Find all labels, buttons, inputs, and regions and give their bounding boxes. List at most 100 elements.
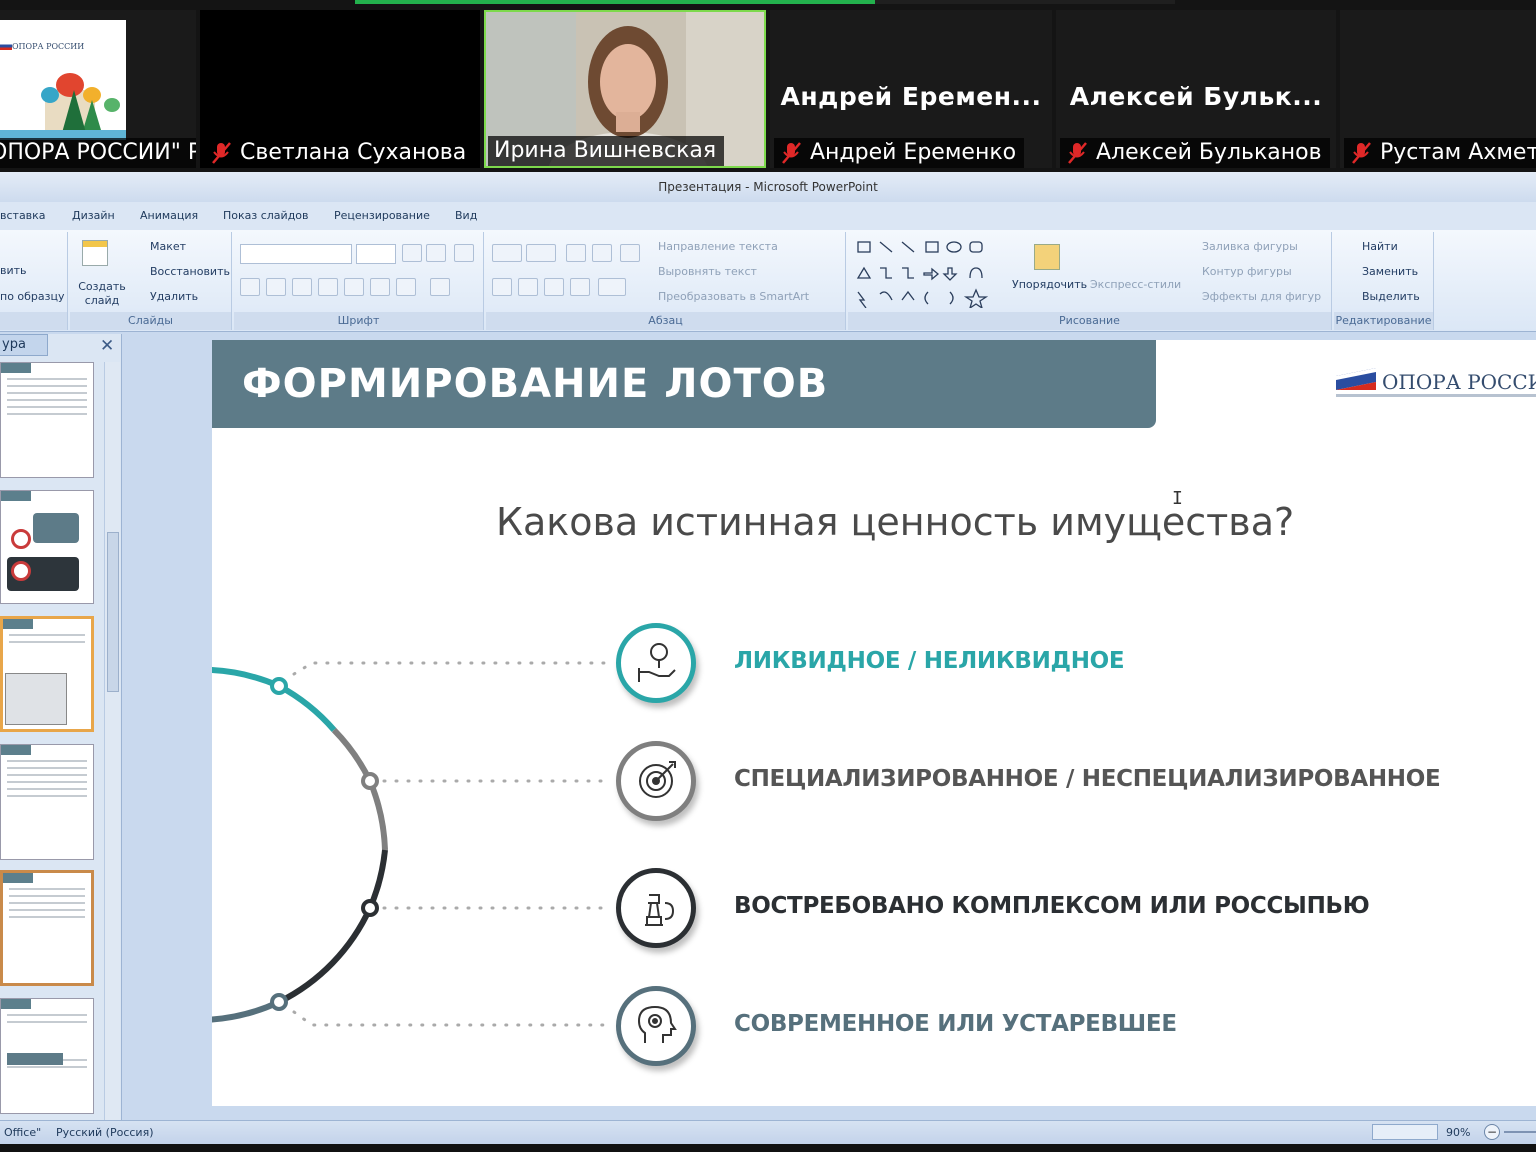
participant-name: Светлана Суханова — [204, 138, 475, 168]
replace-button[interactable]: Заменить — [1362, 265, 1418, 278]
item-modern: СОВРЕМЕННОЕ ИЛИ УСТАРЕВШЕЕ — [734, 1011, 1177, 1037]
participant-name: Алексей Бульканов — [1060, 138, 1330, 168]
align-left-button[interactable] — [492, 278, 512, 296]
shadow-button[interactable] — [344, 278, 364, 296]
slide-thumbnail[interactable] — [0, 362, 94, 478]
close-icon[interactable]: ✕ — [100, 336, 114, 356]
shape-outline-button[interactable]: Контур фигуры — [1202, 265, 1292, 278]
participant-tile[interactable]: ОПОРА РОССИИ ОПОРА РОССИИ" Р... — [0, 10, 196, 168]
drawing-group-label: Рисование — [848, 312, 1331, 330]
font-size-dropdown[interactable] — [356, 244, 396, 264]
zoom-level[interactable]: 90% — [1446, 1126, 1470, 1139]
muted-mic-icon — [210, 141, 232, 165]
decrease-indent-button[interactable] — [566, 244, 586, 262]
target-icon — [616, 741, 696, 821]
underline-button[interactable] — [292, 278, 312, 296]
participant-name: ОПОРА РОССИИ" Р... — [0, 138, 196, 168]
tab-animation[interactable]: Анимация — [140, 209, 198, 222]
justify-button[interactable] — [570, 278, 590, 296]
shapes-gallery[interactable] — [854, 238, 1004, 308]
tab-insert[interactable]: вставка — [0, 209, 46, 222]
strike-button[interactable] — [318, 278, 338, 296]
quick-styles-button[interactable]: Экспресс-стили — [1090, 278, 1181, 291]
find-button[interactable]: Найти — [1362, 240, 1398, 253]
participant-tile-active[interactable]: Ирина Вишневская — [484, 10, 766, 168]
shape-fill-button[interactable]: Заливка фигуры — [1202, 240, 1298, 253]
view-buttons[interactable] — [1372, 1124, 1438, 1140]
participant-tile[interactable]: Рустам Ахметга — [1340, 10, 1536, 168]
arrange-icon — [1034, 244, 1060, 270]
clear-format-button[interactable] — [454, 244, 474, 262]
participant-name: Андрей Еременко — [774, 138, 1025, 168]
font-color-button[interactable] — [430, 278, 450, 296]
circle-diagram — [212, 661, 606, 1027]
participant-tile[interactable]: Алексей Бульк... Алексей Бульканов — [1056, 10, 1336, 168]
paragraph-group-label: Абзац — [486, 312, 845, 330]
item-liquid: ЛИКВИДНОЕ / НЕЛИКВИДНОЕ — [734, 648, 1125, 674]
reset-button[interactable]: Восстановить — [150, 265, 230, 278]
case-button[interactable] — [396, 278, 416, 296]
increase-indent-button[interactable] — [592, 244, 612, 262]
numbering-button[interactable] — [526, 244, 556, 262]
status-language[interactable]: Русский (Россия) — [56, 1126, 154, 1139]
share-bar — [355, 0, 1175, 4]
delete-slide-button[interactable]: Удалить — [150, 290, 198, 303]
editing-group: Найти Заменить Выделить Редактирование — [1334, 232, 1434, 330]
select-button[interactable]: Выделить — [1362, 290, 1420, 303]
slides-pane: ура ✕ — [0, 334, 122, 1124]
zoom-slider[interactable] — [1504, 1131, 1536, 1133]
drawing-group: Упорядочить Экспресс-стили Заливка фигур… — [848, 232, 1332, 330]
grow-font-button[interactable] — [402, 244, 422, 262]
participant-name: Рустам Ахметга — [1344, 138, 1536, 168]
hand-coin-icon — [616, 623, 696, 703]
new-slide-button[interactable]: Создать слайд — [74, 280, 130, 308]
align-text-button[interactable]: Выровнять текст — [658, 265, 757, 278]
format-painter-button[interactable]: по образцу — [0, 290, 65, 303]
slide-thumbnail[interactable] — [0, 870, 94, 986]
chess-icon — [616, 868, 696, 948]
paragraph-group: Направление текста Выровнять текст Преоб… — [486, 232, 846, 330]
shape-effects-button[interactable]: Эффекты для фигур — [1202, 290, 1321, 303]
font-name-dropdown[interactable] — [240, 244, 352, 264]
tab-review[interactable]: Рецензирование — [334, 209, 430, 222]
slide-thumbnail[interactable] — [0, 490, 94, 604]
text-direction-button[interactable]: Направление текста — [658, 240, 778, 253]
shrink-font-button[interactable] — [426, 244, 446, 262]
zoom-out-icon[interactable]: − — [1484, 1124, 1500, 1140]
bold-button[interactable] — [240, 278, 260, 296]
slide-thumbnail[interactable] — [0, 744, 94, 860]
pane-tab-structure[interactable]: ура — [0, 334, 48, 356]
align-right-button[interactable] — [544, 278, 564, 296]
layout-button[interactable]: Макет — [150, 240, 186, 253]
participant-display-name: Алексей Бульк... — [1069, 82, 1323, 111]
slide-canvas[interactable]: ФОРМИРОВАНИЕ ЛОТОВ ОПОРА РОССИИ I Какова… — [212, 340, 1536, 1106]
kremlin-illustration — [0, 73, 126, 140]
participant-tile[interactable]: Светлана Суханова — [200, 10, 480, 168]
muted-mic-icon — [1066, 141, 1088, 165]
paste-button[interactable]: вить — [0, 264, 27, 277]
smartart-button[interactable]: Преобразовать в SmartArt — [658, 290, 809, 303]
powerpoint-window: Презентация - Microsoft PowerPoint встав… — [0, 172, 1536, 1152]
participant-name: Ирина Вишневская — [488, 136, 725, 166]
bullets-button[interactable] — [492, 244, 522, 262]
status-theme: Office" — [4, 1126, 42, 1139]
editing-group-label: Редактирование — [1334, 312, 1433, 330]
status-bar: Office" Русский (Россия) 90% − — [0, 1120, 1536, 1144]
italic-button[interactable] — [266, 278, 286, 296]
arrange-button[interactable]: Упорядочить — [1012, 278, 1087, 291]
bottom-edge — [0, 1144, 1536, 1152]
video-strip: ОПОРА РОССИИ ОПОРА РОССИИ" Р... Светлана… — [0, 0, 1536, 172]
tab-view[interactable]: Вид — [455, 209, 477, 222]
pane-scrollbar[interactable] — [104, 362, 120, 1120]
tab-design[interactable]: Дизайн — [72, 209, 115, 222]
participant-tile[interactable]: Андрей Еремен... Андрей Еременко — [770, 10, 1052, 168]
align-center-button[interactable] — [518, 278, 538, 296]
spacing-button[interactable] — [370, 278, 390, 296]
line-spacing-button[interactable] — [620, 244, 640, 262]
tab-slideshow[interactable]: Показ слайдов — [223, 209, 309, 222]
columns-button[interactable] — [598, 278, 626, 296]
muted-mic-icon — [780, 141, 802, 165]
slide-thumbnail-selected[interactable] — [0, 616, 94, 732]
slide-thumbnail[interactable] — [0, 998, 94, 1114]
item-specialized: СПЕЦИАЛИЗИРОВАННОЕ / НЕСПЕЦИАЛИЗИРОВАННО… — [734, 766, 1441, 792]
